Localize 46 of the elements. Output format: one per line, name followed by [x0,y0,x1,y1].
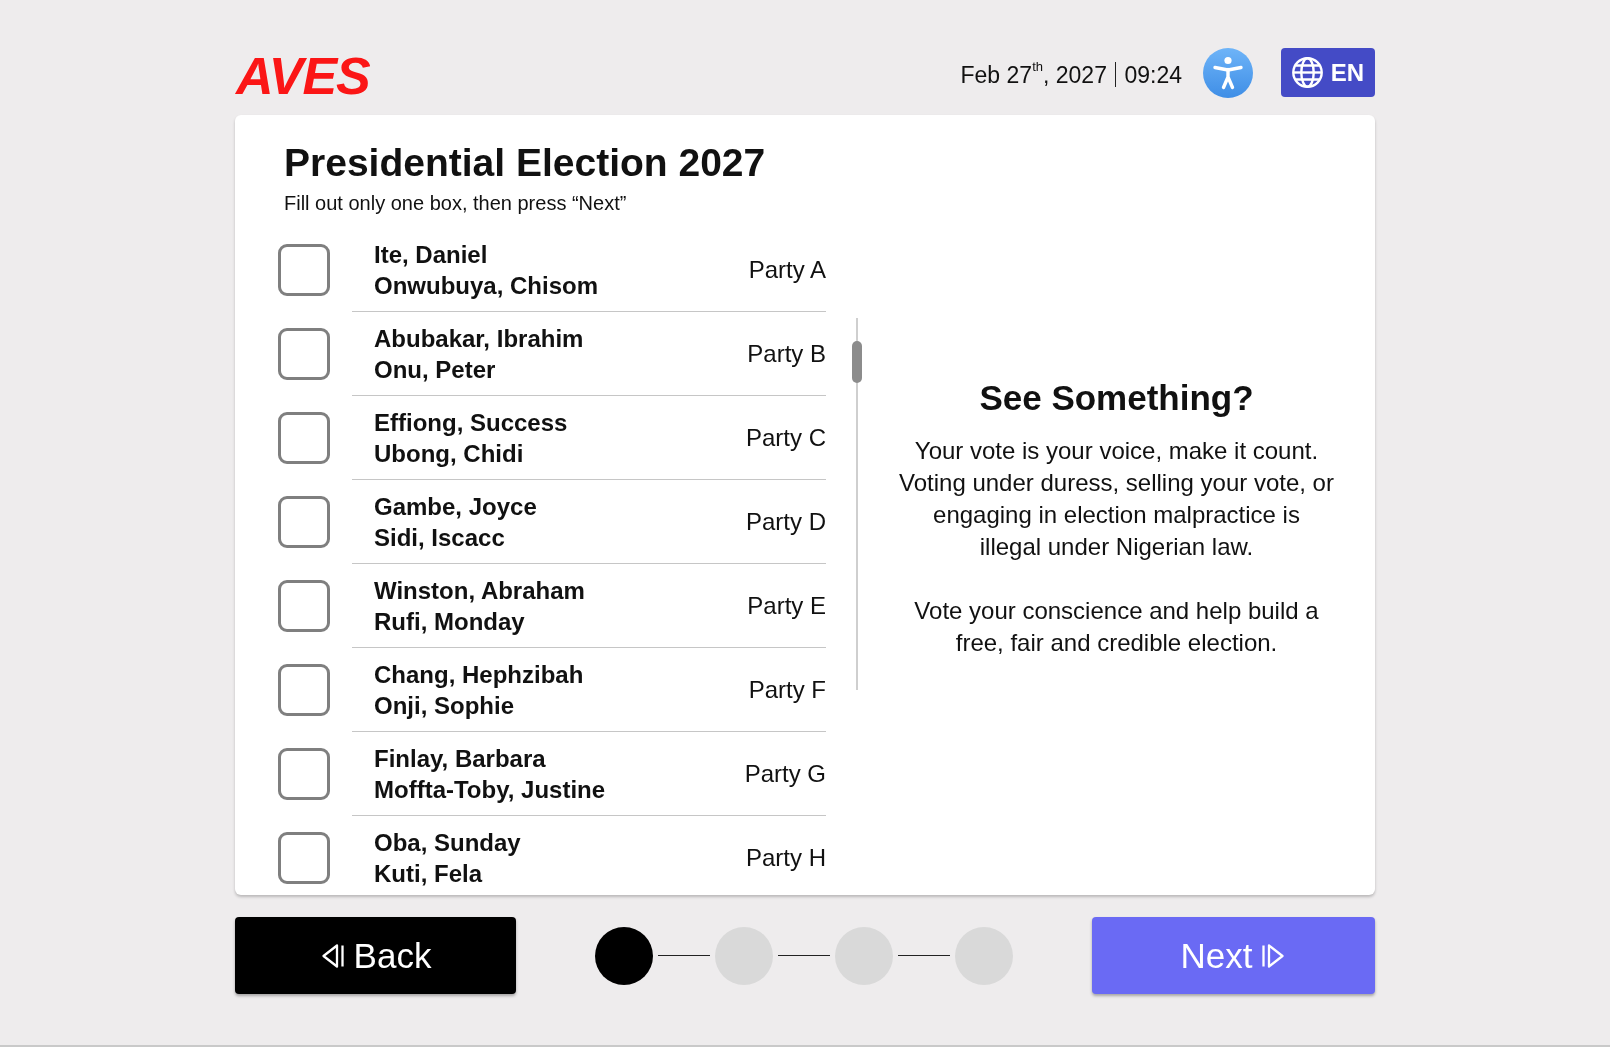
candidate-name: Moffta-Toby, Justine [374,774,606,805]
back-button[interactable]: Back [235,917,516,994]
instruction-text: Fill out only one box, then press “Next” [284,191,627,215]
notice-heading: See Something? [979,377,1254,419]
candidate-name: Ubong, Chidi [374,438,524,469]
candidate-name: Gambe, Joyce [374,491,537,522]
candidate-name: Finlay, Barbara [374,743,546,774]
party-label: Party G [744,759,826,788]
checkbox[interactable] [278,244,330,296]
candidate-name: Oba, Sunday [374,827,521,858]
notice-paragraph: Your vote is your voice, make it count. Voting under duress, selling your vote, or engaging in election malpractice is illegal under Nigerian law. [899,436,1334,562]
candidate-name: Abubakar, Ibrahim [374,323,584,354]
party-label: Party E [747,591,826,620]
party-label: Party A [748,255,826,284]
party-label: Party B [747,339,826,368]
time-text: 09:24 [1124,60,1182,89]
logo: AVES [236,49,370,102]
notice-paragraph: Vote your conscience and help build a free, fair and credible election. [914,596,1319,658]
checkbox[interactable] [278,412,330,464]
candidate-name: Chang, Hephzibah [374,659,584,690]
language-button[interactable]: EN [1281,48,1375,97]
next-button[interactable]: Next [1092,917,1375,994]
globe-icon [1291,57,1323,88]
checkbox[interactable] [278,328,330,380]
checkbox[interactable] [278,832,330,884]
date-text: Feb 27$^{th}$, 2027 [960,60,1107,89]
candidate-name: Sidi, Iscacc [374,522,505,553]
party-label: Party C [746,423,826,452]
accessibility-icon[interactable] [1203,47,1253,98]
candidate-name: Rufi, Monday [374,606,525,637]
candidate-name: Winston, Abraham [374,575,585,606]
checkbox[interactable] [278,748,330,800]
checkbox[interactable] [278,664,330,716]
scroll-thumb[interactable] [852,341,862,383]
party-label: Party H [746,843,826,872]
candidate-name: Effiong, Success [374,407,568,438]
checkbox[interactable] [278,496,330,548]
checkbox[interactable] [278,580,330,632]
candidate-name: Ite, Daniel [374,239,488,270]
ballot-title: Presidential Election 2027 [284,140,766,186]
candidate-name: Onu, Peter [374,354,496,385]
candidate-name: Kuti, Fela [374,858,482,889]
candidate-name: Onji, Sophie [374,690,514,721]
candidate-name: Onwubuya, Chisom [374,270,598,301]
party-label: Party D [746,507,826,536]
party-label: Party F [748,675,826,704]
